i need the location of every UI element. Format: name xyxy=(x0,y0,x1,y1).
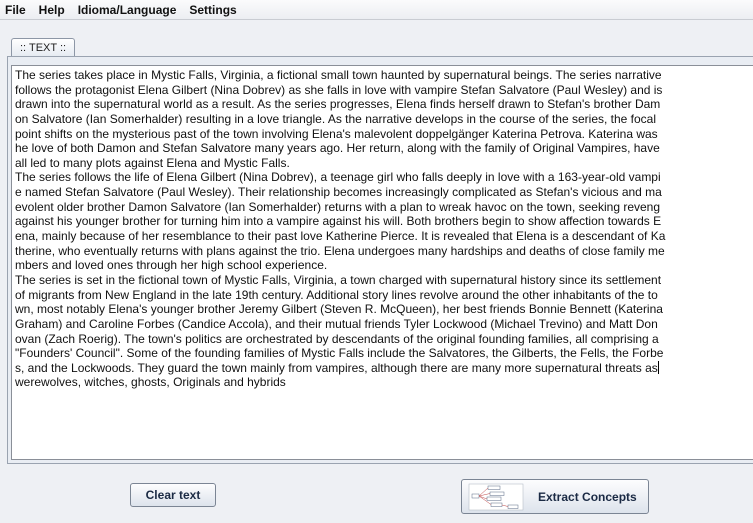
text-line: of migrants from New England in the late… xyxy=(15,287,658,302)
text-line: Graham) and Caroline Forbes (Candice Acc… xyxy=(15,316,658,331)
text-line: point shifts on the mysterious past of t… xyxy=(15,126,658,141)
text-line: The series follows the life of Elena Gil… xyxy=(15,170,661,185)
text-line: The series takes place in Mystic Falls, … xyxy=(15,68,662,82)
text-line: on Salvatore (Ian Somerhalder) resulting… xyxy=(15,111,657,126)
text-content: The series takes place in Mystic Falls, … xyxy=(15,68,753,390)
text-line: "Founders' Council". Some of the foundin… xyxy=(15,346,664,361)
menu-language[interactable]: Idioma/Language xyxy=(77,1,178,19)
text-line: he love of both Damon and Stefan Salvato… xyxy=(15,141,660,156)
text-line-with-caret: s, and the Lockwoods. They guard the tow… xyxy=(15,360,753,376)
menu-help[interactable]: Help xyxy=(38,1,66,19)
text-line: mbers and loved ones through her high sc… xyxy=(15,258,328,273)
text-line: The series is set in the fictional town … xyxy=(15,272,662,287)
text-line: werewolves, witches, ghosts, Originals a… xyxy=(15,375,286,390)
text-line: ovan (Zach Roerig). The town's politics … xyxy=(15,331,659,346)
text-line: ena, mainly because of her resemblance t… xyxy=(15,229,666,244)
text-line: against his younger brother for turning … xyxy=(15,214,662,229)
concept-map-icon xyxy=(468,483,524,510)
extract-concepts-label: Extract Concepts xyxy=(538,489,637,504)
text-line: e named Stefan Salvatore (Paul Wesley). … xyxy=(15,185,662,200)
text-line: drawn into the supernatural world as a r… xyxy=(15,97,661,112)
tab-text[interactable]: :: TEXT :: xyxy=(11,38,76,56)
clear-text-button[interactable]: Clear text xyxy=(130,483,216,507)
menu-bar: File Help Idioma/Language Settings xyxy=(0,0,753,20)
menu-settings[interactable]: Settings xyxy=(188,1,237,19)
extract-concepts-button[interactable]: Extract Concepts xyxy=(461,479,649,514)
text-line: follows the protagonist Elena Gilbert (N… xyxy=(15,82,663,97)
text-input-area[interactable]: The series takes place in Mystic Falls, … xyxy=(11,65,753,460)
text-line: s, and the Lockwoods. They guard the tow… xyxy=(15,360,658,375)
menu-file[interactable]: File xyxy=(4,1,27,19)
text-caret xyxy=(657,360,659,374)
text-line: all led to many plots against Elena and … xyxy=(15,155,290,170)
text-line: evolent older brother Damon Salvatore (I… xyxy=(15,199,661,214)
text-line: wn, most notably Elena's younger brother… xyxy=(15,302,663,317)
text-line: therine, who eventually returns with pla… xyxy=(15,243,665,258)
